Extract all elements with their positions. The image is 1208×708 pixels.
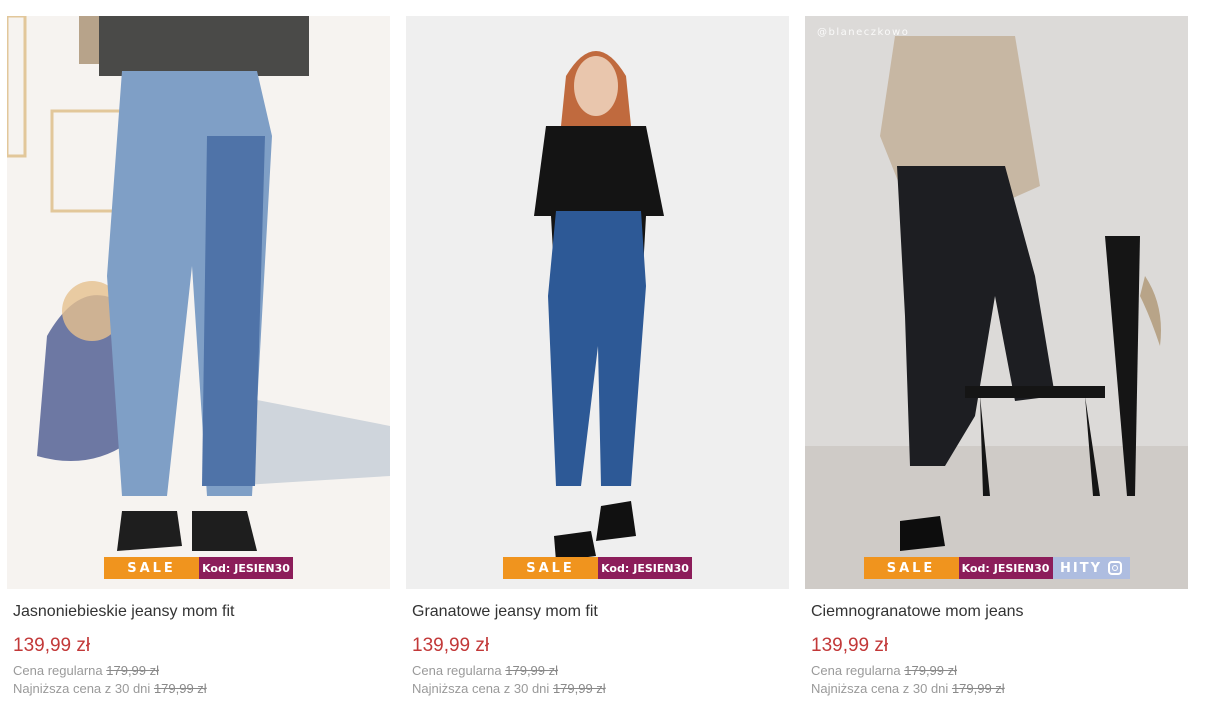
instagram-icon bbox=[1108, 561, 1122, 575]
sale-badge: SALE bbox=[503, 557, 598, 579]
lowest-price-value: 179,99 zł bbox=[153, 681, 207, 696]
badge-row: SALE Kod: JESIEN30 bbox=[7, 557, 390, 579]
product-name[interactable]: Jasnoniebieskie jeansy mom fit bbox=[13, 603, 390, 623]
product-photo-light-jeans bbox=[7, 16, 390, 589]
discount-code-label: Kod: bbox=[202, 561, 231, 575]
discount-code-badge: Kod: JESIEN30 bbox=[598, 557, 692, 579]
badge-row: SALE Kod: JESIEN30 bbox=[406, 557, 789, 579]
discount-code-badge: Kod: JESIEN30 bbox=[958, 557, 1053, 579]
lowest-price-label: Najniższa cena z 30 dni bbox=[412, 681, 550, 696]
hity-badge: HITY bbox=[1052, 557, 1130, 579]
product-grid: SALE Kod: JESIEN30 Jasnoniebieskie jeans… bbox=[0, 0, 1208, 708]
regular-price-row: Cena regularna 179,99 zł bbox=[811, 663, 1188, 678]
sale-badge: SALE bbox=[104, 557, 199, 579]
product-name[interactable]: Granatowe jeansy mom fit bbox=[412, 603, 789, 623]
regular-price-row: Cena regularna 179,99 zł bbox=[412, 663, 789, 678]
discount-code-badge: Kod: JESIEN30 bbox=[199, 557, 293, 579]
sale-badge: SALE bbox=[863, 557, 959, 579]
product-image[interactable]: SALE Kod: JESIEN30 bbox=[406, 16, 789, 589]
regular-price-value: 179,99 zł bbox=[106, 663, 160, 678]
discount-code-value: JESIEN30 bbox=[633, 561, 689, 575]
product-price: 139,99 zł bbox=[811, 635, 889, 656]
discount-code-label: Kod: bbox=[601, 561, 630, 575]
lowest-price-row: Najniższa cena z 30 dni 179,99 zł bbox=[412, 681, 789, 696]
discount-code-value: JESIEN30 bbox=[993, 561, 1050, 575]
regular-price-value: 179,99 zł bbox=[505, 663, 559, 678]
product-card[interactable]: SALE Kod: JESIEN30 Granatowe jeansy mom … bbox=[406, 16, 789, 696]
lowest-price-label: Najniższa cena z 30 dni bbox=[13, 681, 151, 696]
product-photo-dark-jeans bbox=[805, 16, 1188, 589]
regular-price-value: 179,99 zł bbox=[904, 663, 958, 678]
product-card[interactable]: SALE Kod: JESIEN30 Jasnoniebieskie jeans… bbox=[7, 16, 390, 696]
regular-price-label: Cena regularna bbox=[412, 663, 502, 678]
product-price: 139,99 zł bbox=[412, 635, 490, 656]
product-image[interactable]: @blaneczkowo SALE Kod: JESIEN30 HITY bbox=[805, 16, 1188, 589]
photo-credit-watermark: @blaneczkowo bbox=[817, 27, 910, 38]
lowest-price-value: 179,99 zł bbox=[951, 681, 1005, 696]
product-name[interactable]: Ciemnogranatowe mom jeans bbox=[811, 603, 1188, 623]
discount-code-label: Kod: bbox=[961, 561, 990, 575]
regular-price-label: Cena regularna bbox=[811, 663, 901, 678]
product-price: 139,99 zł bbox=[13, 635, 91, 656]
discount-code-value: JESIEN30 bbox=[234, 561, 290, 575]
hity-label: HITY bbox=[1060, 560, 1102, 576]
regular-price-label: Cena regularna bbox=[13, 663, 103, 678]
lowest-price-row: Najniższa cena z 30 dni 179,99 zł bbox=[811, 681, 1188, 696]
product-photo-navy-jeans bbox=[406, 16, 789, 589]
product-image[interactable]: SALE Kod: JESIEN30 bbox=[7, 16, 390, 589]
lowest-price-value: 179,99 zł bbox=[552, 681, 606, 696]
lowest-price-row: Najniższa cena z 30 dni 179,99 zł bbox=[13, 681, 390, 696]
lowest-price-label: Najniższa cena z 30 dni bbox=[811, 681, 949, 696]
product-card[interactable]: @blaneczkowo SALE Kod: JESIEN30 HITY Cie… bbox=[805, 16, 1188, 696]
badge-row: SALE Kod: JESIEN30 HITY bbox=[805, 557, 1188, 579]
regular-price-row: Cena regularna 179,99 zł bbox=[13, 663, 390, 678]
